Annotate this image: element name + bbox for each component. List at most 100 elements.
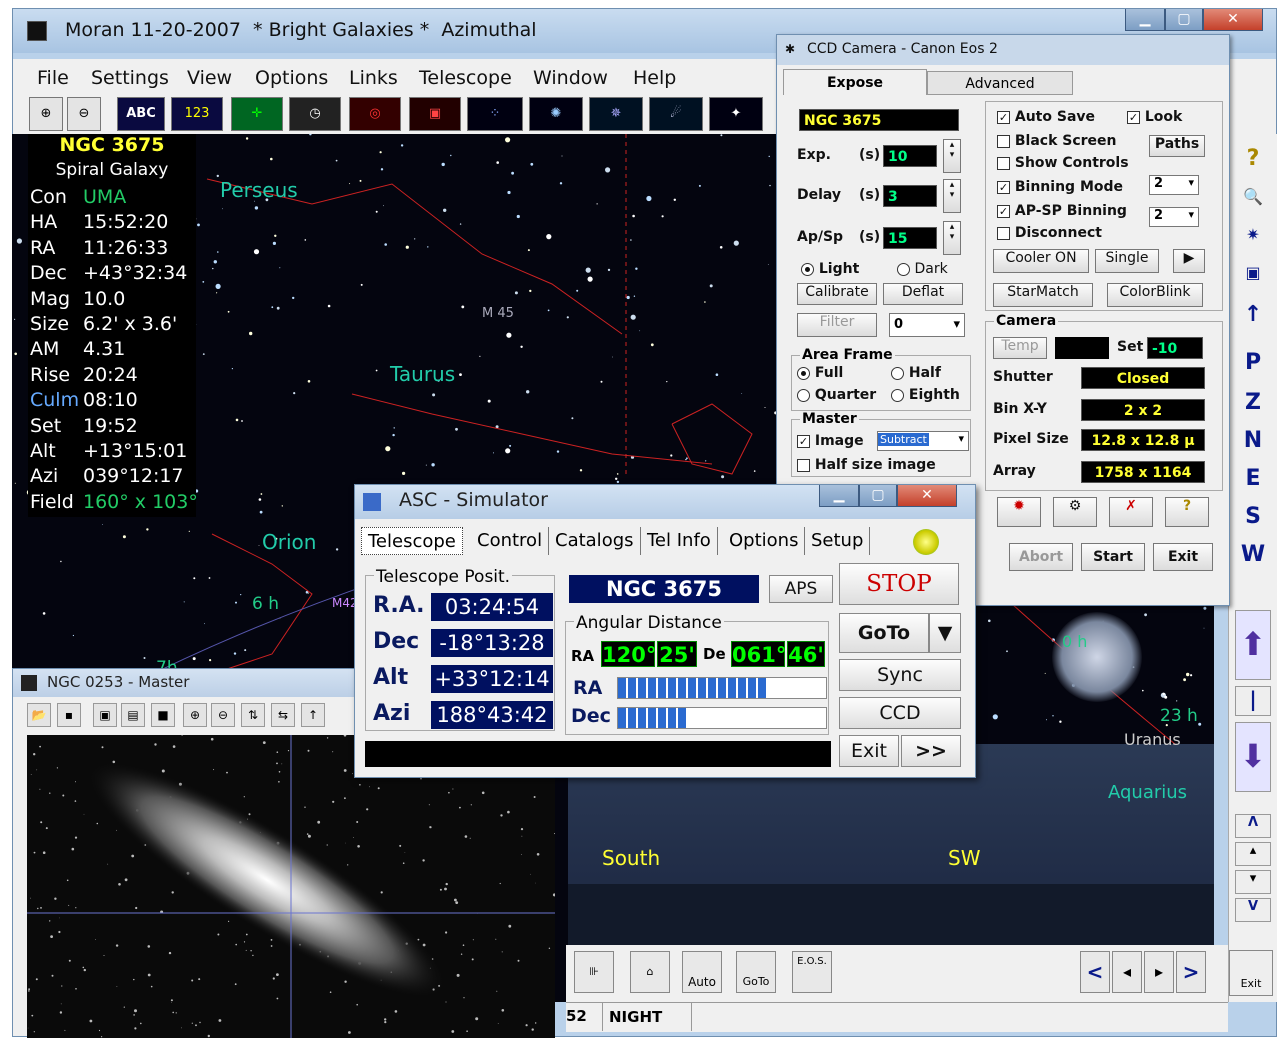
menu-telescope[interactable]: Telescope <box>419 67 512 89</box>
menu-file[interactable]: File <box>37 67 69 89</box>
delay-spinner[interactable]: ▴ ▾ <box>943 179 961 213</box>
numbering-button[interactable]: 123 <box>171 97 223 131</box>
target-icon[interactable]: ◎ <box>349 97 401 131</box>
stop-button[interactable]: STOP <box>839 563 959 605</box>
calibrate-button[interactable]: Calibrate <box>797 283 877 305</box>
direction-n[interactable]: N <box>1235 424 1271 458</box>
black-screen-checkbox[interactable]: Black Screen <box>997 133 1117 149</box>
page-down-icon[interactable]: V <box>1235 898 1271 922</box>
filter-select[interactable]: 0 ▾ <box>889 313 965 337</box>
starmatch-button[interactable]: StarMatch <box>993 283 1093 307</box>
arrow-up-small-icon[interactable]: ↑ <box>1235 298 1271 332</box>
aps-button[interactable]: APS <box>769 575 833 603</box>
eighth-radio[interactable]: Eighth <box>891 387 960 403</box>
menu-window[interactable]: Window <box>533 67 608 89</box>
ccd-button[interactable]: CCD <box>839 697 961 729</box>
menu-help[interactable]: Help <box>633 67 676 89</box>
auto-button[interactable]: Auto <box>682 951 722 993</box>
image-mode-select[interactable]: Subtract ▾ <box>877 431 969 451</box>
single-button[interactable]: Single <box>1095 249 1159 273</box>
settings-icon[interactable]: ⚙ <box>1053 497 1097 527</box>
direction-e[interactable]: E <box>1235 462 1271 496</box>
clock-icon[interactable]: ◷ <box>289 97 341 131</box>
close-button[interactable]: ✕ <box>1203 9 1263 31</box>
help-icon[interactable]: ? <box>1235 142 1271 176</box>
play-icon[interactable]: ▶ <box>1173 249 1205 273</box>
camera-icon[interactable]: ▣ <box>1235 256 1271 290</box>
apsp-binning-select[interactable]: 2 ▾ <box>1149 207 1199 227</box>
status-indicator-icon[interactable] <box>913 529 939 555</box>
apsp-input[interactable]: 15 <box>883 227 937 249</box>
half-size-checkbox[interactable]: Half size image <box>797 457 936 473</box>
maximize-button[interactable]: ▢ <box>1165 9 1203 31</box>
arrow-down-icon[interactable]: ⬇ <box>1235 722 1271 792</box>
zoom-in-icon[interactable]: ⊕ <box>29 97 63 131</box>
stars-icon[interactable]: ⁘ <box>467 97 523 131</box>
direction-p[interactable]: P <box>1235 346 1271 380</box>
delay-input[interactable]: 3 <box>883 185 937 207</box>
step-up-icon[interactable]: ▴ <box>1235 842 1271 866</box>
exp-input[interactable]: 10 <box>883 145 937 167</box>
zoom-out-image-icon[interactable]: ⊖ <box>211 703 235 727</box>
view-icon[interactable]: ▣ <box>93 703 117 727</box>
minimize-button[interactable]: ▁ <box>1125 9 1165 31</box>
nav-next[interactable]: ▸ <box>1144 951 1174 993</box>
observatory-icon[interactable]: ⌂ <box>630 951 670 993</box>
menu-view[interactable]: View <box>187 67 232 89</box>
tab-options[interactable]: Options <box>723 527 806 555</box>
stop-slew-icon[interactable]: | <box>1235 686 1271 716</box>
histogram-icon[interactable]: ▤ <box>121 703 145 727</box>
show-controls-checkbox[interactable]: Show Controls <box>997 155 1129 171</box>
invert-icon[interactable]: ■ <box>151 703 175 727</box>
direction-z[interactable]: Z <box>1235 386 1271 420</box>
frame-icon[interactable]: ▣ <box>409 97 461 131</box>
starburst-icon[interactable]: ✷ <box>1235 218 1271 252</box>
disconnect-checkbox[interactable]: Disconnect <box>997 225 1102 241</box>
galaxy-icon[interactable]: ✺ <box>529 97 583 131</box>
asc-minimize-button[interactable]: ▁ <box>819 485 859 507</box>
telescope-icon[interactable]: ⊪ <box>574 951 614 993</box>
save-icon[interactable]: ▪ <box>57 703 81 727</box>
temp-button[interactable]: Temp <box>993 337 1047 359</box>
tab-tel-info[interactable]: Tel Info <box>641 527 718 555</box>
crosshair-icon[interactable]: ✛ <box>231 97 283 131</box>
exp-spinner[interactable]: ▴ ▾ <box>943 139 961 173</box>
direction-w[interactable]: W <box>1235 538 1271 572</box>
flip-icon[interactable]: ⇅ <box>241 703 265 727</box>
binning-mode-select[interactable]: 2 ▾ <box>1149 175 1199 195</box>
full-radio[interactable]: Full <box>797 365 843 381</box>
tab-advanced[interactable]: Advanced <box>927 71 1073 95</box>
abort-button[interactable]: Abort <box>1009 543 1073 571</box>
rotate-icon[interactable]: ↑ <box>301 703 325 727</box>
step-down-icon[interactable]: ▾ <box>1235 870 1271 894</box>
quarter-radio[interactable]: Quarter <box>797 387 876 403</box>
half-radio[interactable]: Half <box>891 365 941 381</box>
mirror-icon[interactable]: ⇆ <box>271 703 295 727</box>
goto-button-asc[interactable]: GoTo <box>839 613 929 653</box>
look-checkbox[interactable]: ✓ Look <box>1127 109 1182 125</box>
binning-mode-checkbox[interactable]: ✓ Binning Mode <box>997 179 1123 195</box>
tab-catalogs[interactable]: Catalogs <box>549 527 641 555</box>
open-folder-icon[interactable]: 📂 <box>27 703 51 727</box>
colorblink-button[interactable]: ColorBlink <box>1107 283 1203 307</box>
eos-button[interactable]: E.O.S. <box>792 951 832 993</box>
zoom-in-image-icon[interactable]: ⊕ <box>183 703 207 727</box>
eclipse-icon[interactable]: ✦ <box>709 97 763 131</box>
tab-expose[interactable]: Expose <box>783 69 927 95</box>
more-button[interactable]: >> <box>901 735 961 767</box>
ccd-exit-button[interactable]: Exit <box>1153 543 1213 571</box>
apsp-spinner[interactable]: ▴ ▾ <box>943 221 961 255</box>
start-button[interactable]: Start <box>1081 543 1145 571</box>
cancel-icon[interactable]: ✗ <box>1109 497 1153 527</box>
nav-prev[interactable]: ◂ <box>1112 951 1142 993</box>
deflat-button[interactable]: Deflat <box>883 283 963 305</box>
apsp-binning-checkbox[interactable]: ✓ AP-SP Binning <box>997 203 1127 219</box>
nav-first[interactable]: < <box>1080 951 1110 993</box>
light-radio[interactable]: Light <box>801 261 859 277</box>
labels-abc-button[interactable]: ABC <box>117 97 165 131</box>
page-up-icon[interactable]: Λ <box>1235 814 1271 838</box>
ccd-object-field[interactable]: NGC 3675 <box>799 109 959 131</box>
search-icon[interactable]: 🔍 <box>1235 180 1271 214</box>
galaxy-image[interactable] <box>27 735 555 1038</box>
direction-s[interactable]: S <box>1235 500 1271 534</box>
